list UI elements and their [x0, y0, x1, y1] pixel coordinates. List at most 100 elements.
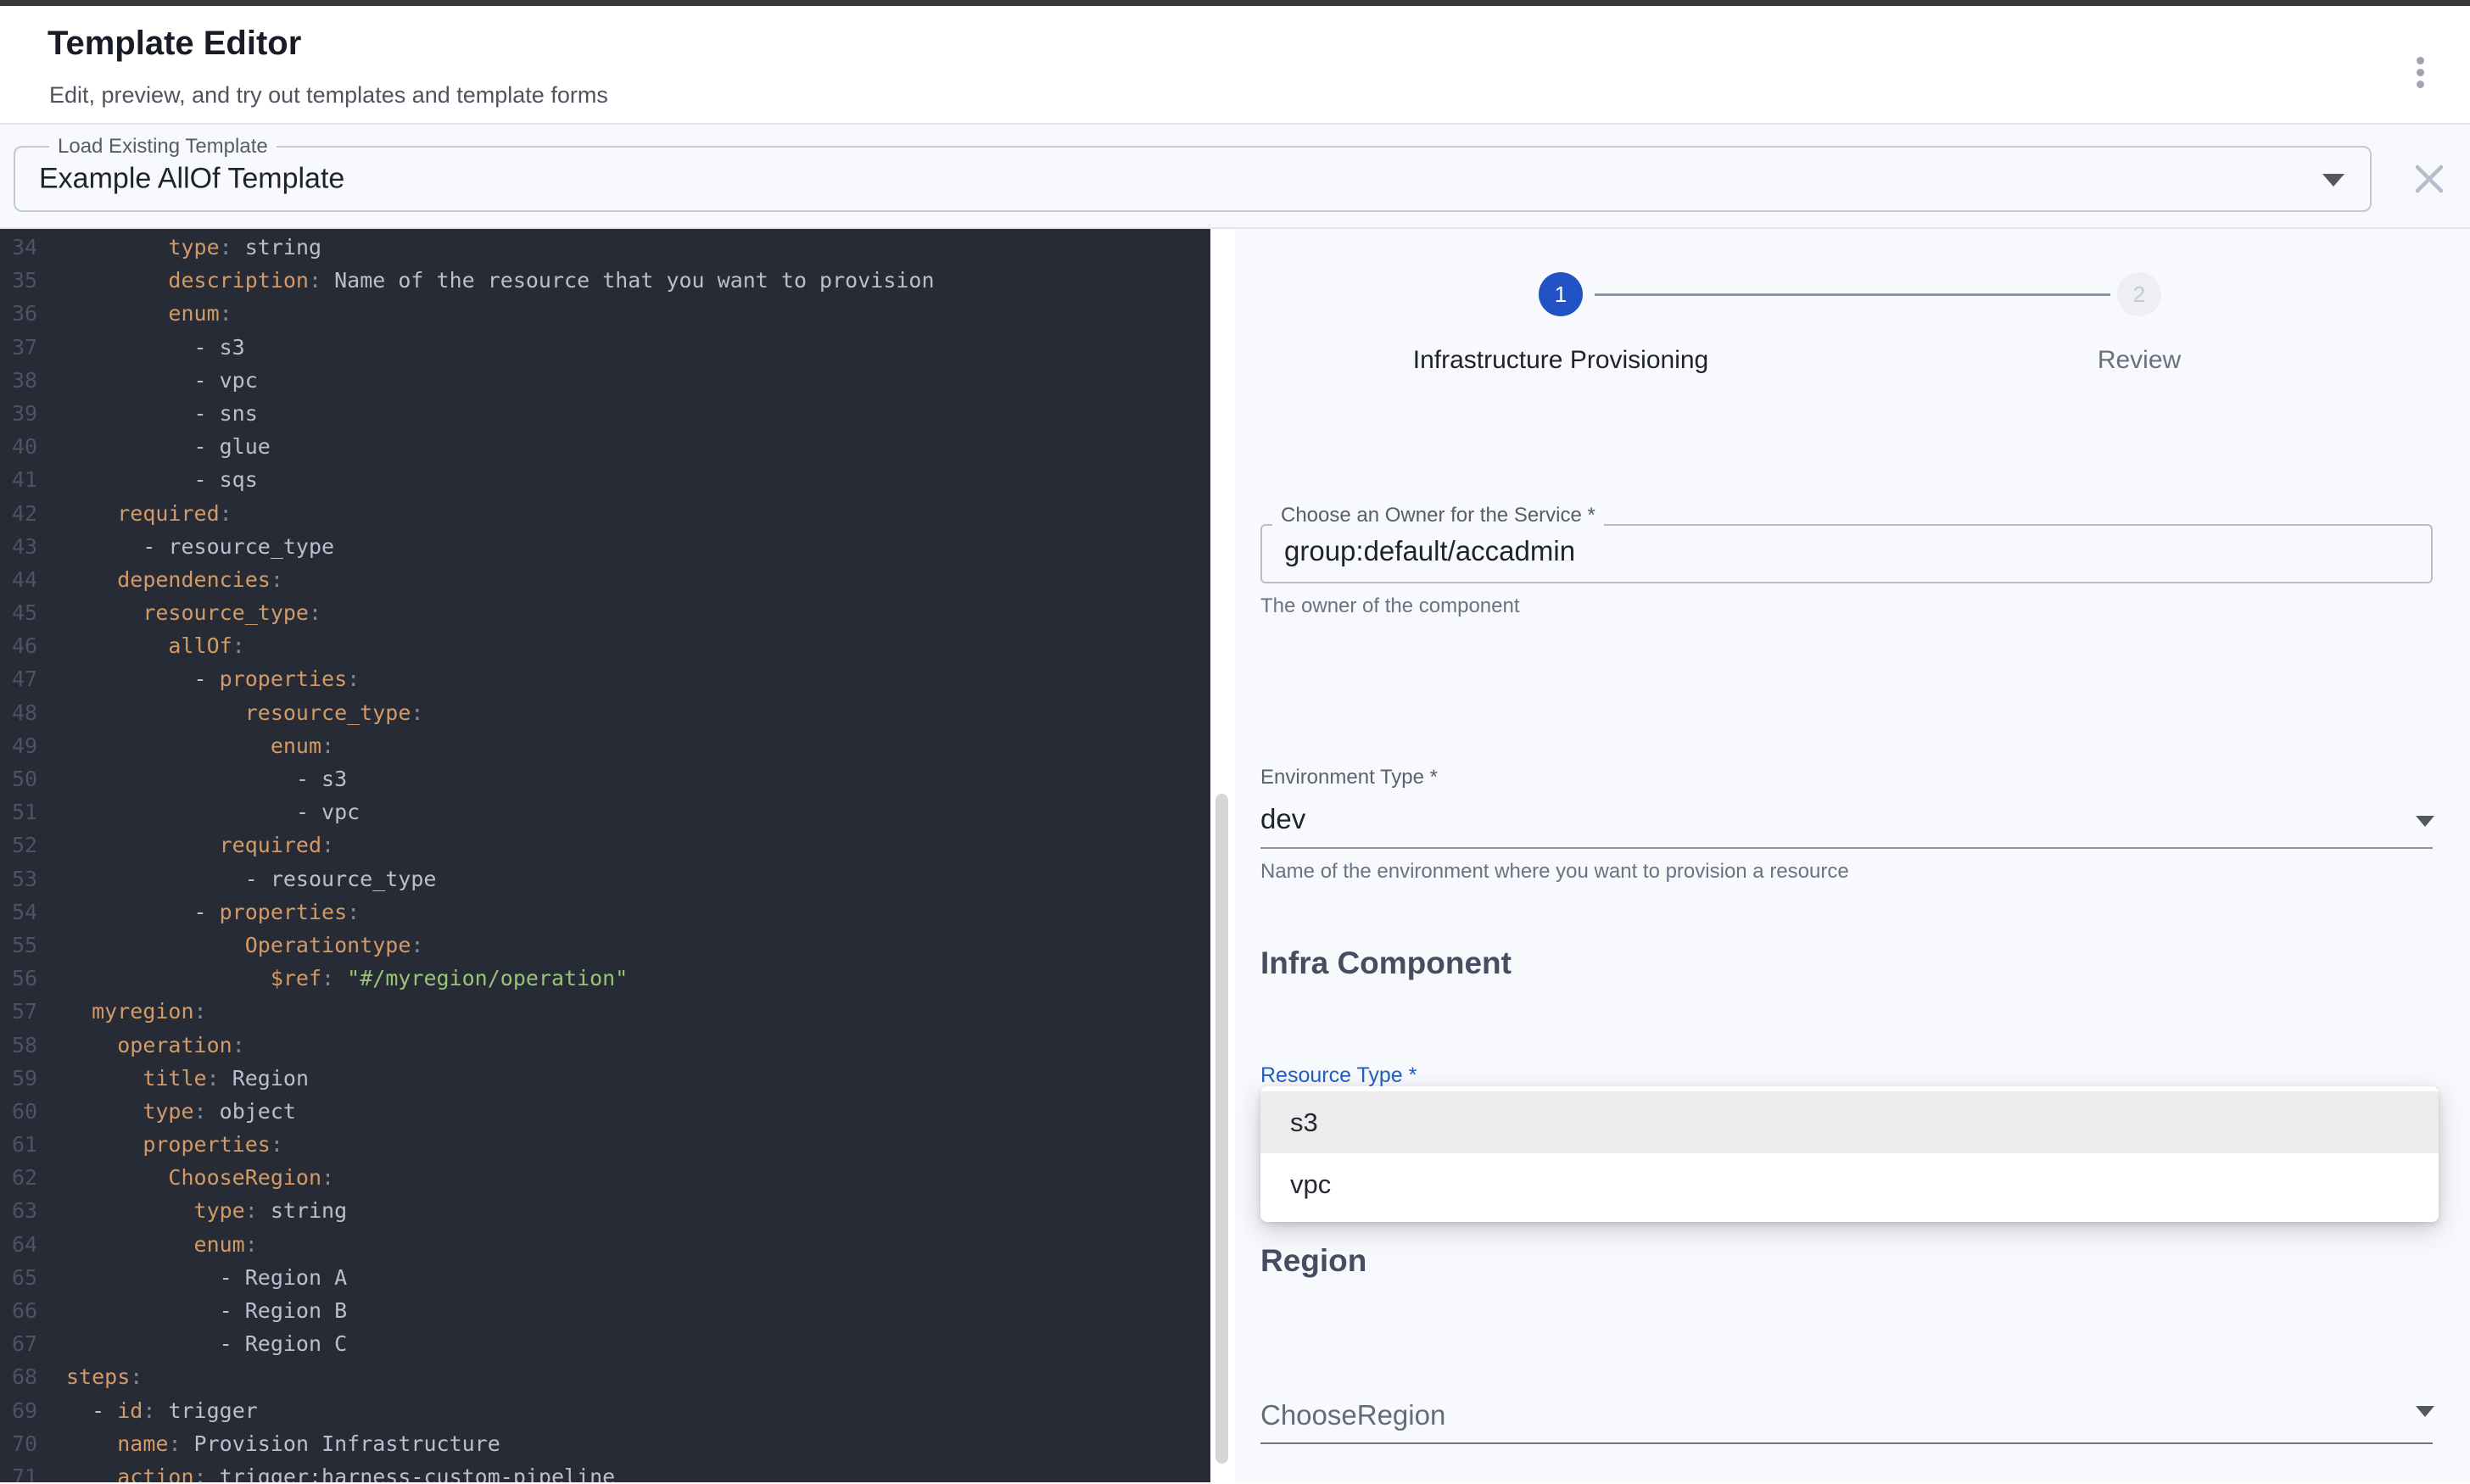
- line-number: 58: [0, 1029, 54, 1062]
- stepper-step-2[interactable]: 2: [2117, 272, 2161, 316]
- close-icon[interactable]: [2411, 160, 2448, 198]
- line-number: 57: [0, 995, 54, 1028]
- environment-select-underline: [1260, 847, 2433, 849]
- line-number: 36: [0, 297, 54, 330]
- code-line: 65 - Region A: [0, 1261, 1210, 1294]
- line-number: 51: [0, 795, 54, 828]
- line-number: 52: [0, 828, 54, 862]
- line-number: 60: [0, 1095, 54, 1128]
- page-subtitle: Edit, preview, and try out templates and…: [49, 82, 608, 109]
- top-border: [0, 0, 2470, 6]
- code-line: 47 - properties:: [0, 662, 1210, 695]
- dropdown-arrow-icon[interactable]: [2322, 174, 2344, 187]
- load-template-combobox[interactable]: Load Existing Template Example AllOf Tem…: [14, 146, 2372, 212]
- environment-type-select[interactable]: dev: [1260, 803, 1305, 835]
- line-number: 42: [0, 497, 54, 530]
- menu-option-vpc[interactable]: vpc: [1260, 1153, 2439, 1215]
- resource-type-dropdown-menu: s3 vpc: [1260, 1086, 2439, 1222]
- stepper-connector: [1595, 293, 2110, 296]
- line-number: 54: [0, 895, 54, 929]
- code-line: 57 myregion:: [0, 995, 1210, 1028]
- code-line: 71 action: trigger:harness-custom-pipeli…: [0, 1460, 1210, 1482]
- code-line: 64 enum:: [0, 1228, 1210, 1261]
- main-content: 34 type: string35 description: Name of t…: [0, 229, 2470, 1482]
- choose-region-underline: [1260, 1442, 2433, 1444]
- environment-type-label: Environment Type *: [1260, 766, 1438, 789]
- owner-helper-text: The owner of the component: [1260, 594, 1520, 618]
- code-line: 59 title: Region: [0, 1062, 1210, 1095]
- line-number: 47: [0, 662, 54, 695]
- code-line: 34 type: string: [0, 231, 1210, 264]
- load-template-label: Load Existing Template: [49, 135, 277, 159]
- line-number: 61: [0, 1128, 54, 1161]
- load-template-bar: Load Existing Template Example AllOf Tem…: [0, 125, 2470, 229]
- menu-option-s3[interactable]: s3: [1260, 1091, 2439, 1153]
- code-line: 43 - resource_type: [0, 530, 1210, 563]
- line-number: 50: [0, 762, 54, 795]
- code-line: 70 name: Provision Infrastructure: [0, 1427, 1210, 1460]
- code-line: 42 required:: [0, 497, 1210, 530]
- line-number: 45: [0, 596, 54, 629]
- code-line: 62 ChooseRegion:: [0, 1161, 1210, 1194]
- owner-field-label: Choose an Owner for the Service *: [1272, 504, 1604, 527]
- template-form-panel: 1 2 Infrastructure Provisioning Review C…: [1235, 229, 2470, 1482]
- resource-type-label: Resource Type *: [1260, 1063, 1417, 1088]
- line-number: 55: [0, 929, 54, 962]
- code-line: 35 description: Name of the resource tha…: [0, 264, 1210, 297]
- code-line: 52 required:: [0, 828, 1210, 862]
- editor-scrollbar-thumb[interactable]: [1215, 794, 1228, 1464]
- code-line: 37 - s3: [0, 331, 1210, 364]
- line-number: 39: [0, 397, 54, 430]
- code-editor[interactable]: 34 type: string35 description: Name of t…: [0, 229, 1210, 1482]
- code-line: 39 - sns: [0, 397, 1210, 430]
- code-line: 40 - glue: [0, 430, 1210, 463]
- line-number: 68: [0, 1360, 54, 1393]
- line-number: 43: [0, 530, 54, 563]
- line-number: 56: [0, 962, 54, 995]
- line-number: 46: [0, 629, 54, 662]
- code-line: 36 enum:: [0, 297, 1210, 330]
- code-line: 69 - id: trigger: [0, 1394, 1210, 1427]
- choose-region-select[interactable]: ChooseRegion: [1260, 1399, 1445, 1431]
- environment-dropdown-arrow-icon[interactable]: [2416, 816, 2434, 827]
- code-line: 60 type: object: [0, 1095, 1210, 1128]
- line-number: 65: [0, 1261, 54, 1294]
- code-line: 61 properties:: [0, 1128, 1210, 1161]
- load-template-value: Example AllOf Template: [39, 163, 344, 196]
- infra-component-heading: Infra Component: [1260, 946, 1512, 981]
- line-number: 71: [0, 1460, 54, 1482]
- code-line: 45 resource_type:: [0, 596, 1210, 629]
- line-number: 64: [0, 1228, 54, 1261]
- code-line: 55 Operationtype:: [0, 929, 1210, 962]
- line-number: 66: [0, 1294, 54, 1327]
- line-number: 35: [0, 264, 54, 297]
- line-number: 40: [0, 430, 54, 463]
- stepper-step-1[interactable]: 1: [1539, 272, 1583, 316]
- kebab-menu-icon[interactable]: [2411, 52, 2429, 93]
- code-line: 56 $ref: "#/myregion/operation": [0, 962, 1210, 995]
- code-line: 63 type: string: [0, 1194, 1210, 1227]
- line-number: 69: [0, 1394, 54, 1427]
- choose-region-dropdown-arrow-icon[interactable]: [2416, 1406, 2434, 1417]
- line-number: 67: [0, 1327, 54, 1360]
- line-number: 41: [0, 463, 54, 496]
- environment-helper-text: Name of the environment where you want t…: [1260, 860, 1849, 884]
- code-line: 51 - vpc: [0, 795, 1210, 828]
- code-line: 58 operation:: [0, 1029, 1210, 1062]
- line-number: 37: [0, 331, 54, 364]
- line-number: 48: [0, 696, 54, 729]
- code-line: 49 enum:: [0, 729, 1210, 762]
- line-number: 62: [0, 1161, 54, 1194]
- line-number: 38: [0, 364, 54, 397]
- region-heading: Region: [1260, 1243, 1366, 1279]
- code-line: 53 - resource_type: [0, 862, 1210, 895]
- code-line: 48 resource_type:: [0, 696, 1210, 729]
- code-line: 67 - Region C: [0, 1327, 1210, 1360]
- code-line: 46 allOf:: [0, 629, 1210, 662]
- line-number: 49: [0, 729, 54, 762]
- owner-field-value: group:default/accadmin: [1284, 535, 1575, 567]
- line-number: 63: [0, 1194, 54, 1227]
- code-line: 44 dependencies:: [0, 563, 1210, 596]
- stepper-label-infrastructure: Infrastructure Provisioning: [1349, 346, 1773, 375]
- code-line: 41 - sqs: [0, 463, 1210, 496]
